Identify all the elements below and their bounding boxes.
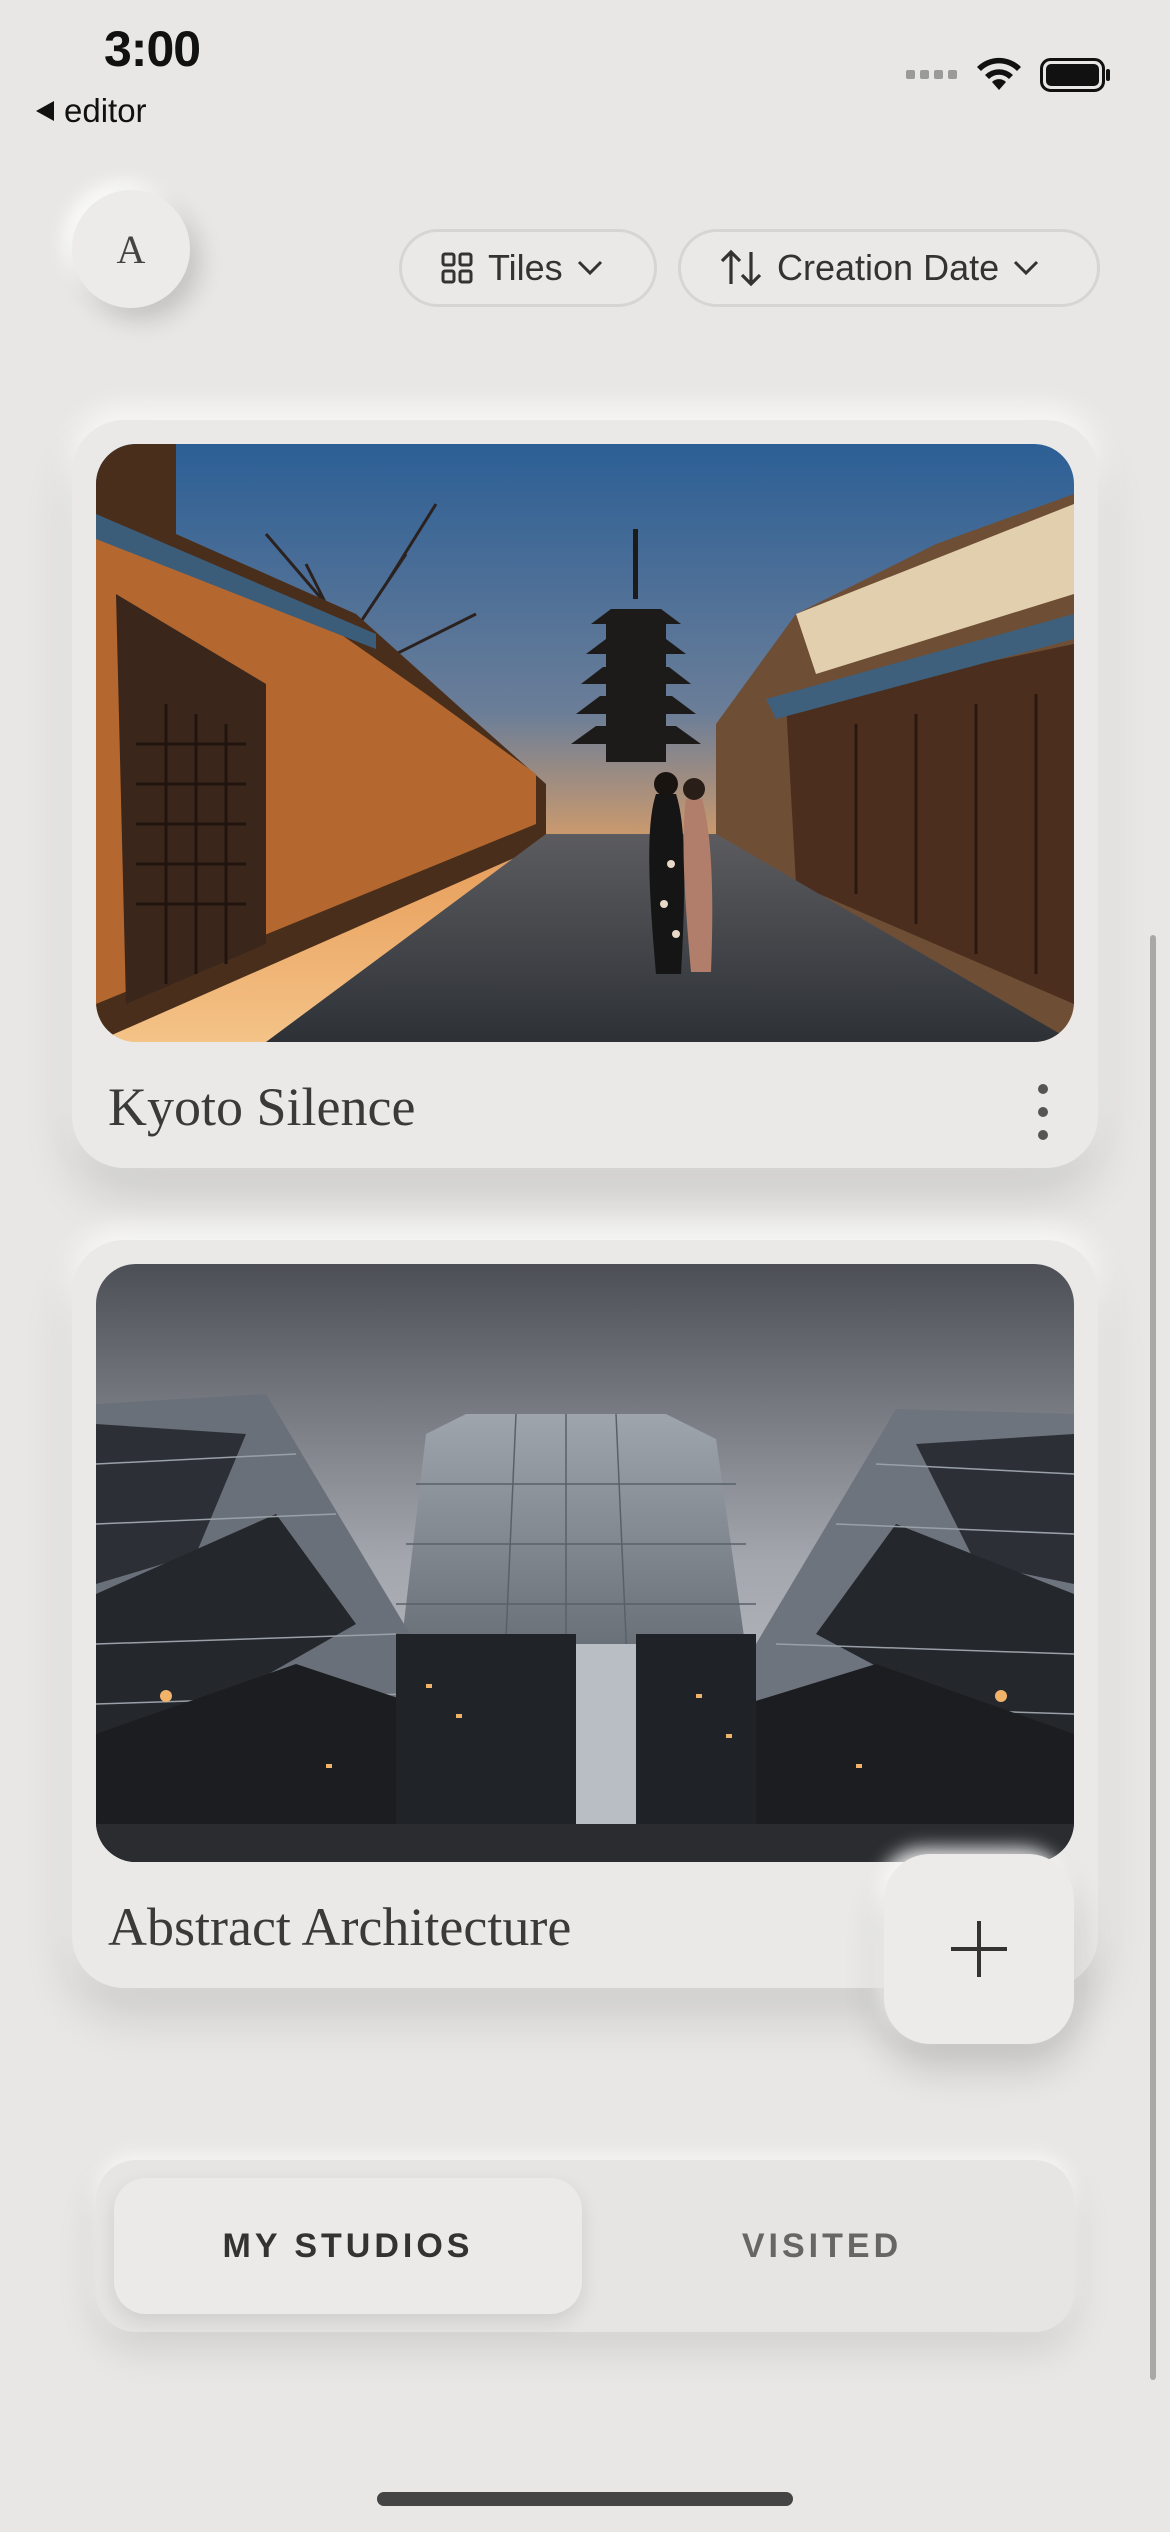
studio-title: Abstract Architecture bbox=[108, 1897, 572, 1957]
cellular-signal-icon bbox=[906, 70, 957, 79]
tab-visited[interactable]: VISITED bbox=[588, 2178, 1056, 2314]
studios-tab-switcher: MY STUDIOS VISITED bbox=[96, 2160, 1074, 2332]
chevron-down-icon bbox=[577, 260, 602, 276]
kyoto-street-photo[interactable] bbox=[96, 444, 1074, 1042]
studio-title: Kyoto Silence bbox=[108, 1077, 416, 1137]
more-options-icon[interactable] bbox=[1038, 1084, 1050, 1140]
sort-dropdown[interactable]: Creation Date bbox=[678, 229, 1100, 307]
view-mode-dropdown[interactable]: Tiles bbox=[399, 229, 657, 307]
grid-icon bbox=[441, 252, 473, 284]
tab-my-studios[interactable]: MY STUDIOS bbox=[114, 2178, 582, 2314]
sort-label: Creation Date bbox=[777, 247, 1000, 288]
back-triangle-icon bbox=[36, 101, 54, 121]
scrollbar[interactable] bbox=[1150, 935, 1156, 2380]
chevron-down-icon bbox=[1014, 260, 1039, 276]
view-mode-label: Tiles bbox=[488, 247, 563, 288]
architecture-photo[interactable] bbox=[96, 1264, 1074, 1862]
studio-card[interactable]: Kyoto Silence bbox=[72, 420, 1098, 1168]
avatar[interactable]: A bbox=[72, 190, 190, 308]
status-time: 3:00 bbox=[104, 21, 201, 77]
home-indicator[interactable] bbox=[377, 2492, 793, 2506]
back-to-editor-link[interactable]: editor bbox=[36, 92, 147, 130]
plus-icon bbox=[951, 1921, 1007, 1977]
battery-icon bbox=[1040, 58, 1110, 92]
wifi-icon bbox=[977, 57, 1021, 90]
add-studio-button[interactable] bbox=[884, 1854, 1074, 2044]
sort-arrows-icon bbox=[720, 249, 762, 287]
back-link-label: editor bbox=[64, 92, 147, 129]
